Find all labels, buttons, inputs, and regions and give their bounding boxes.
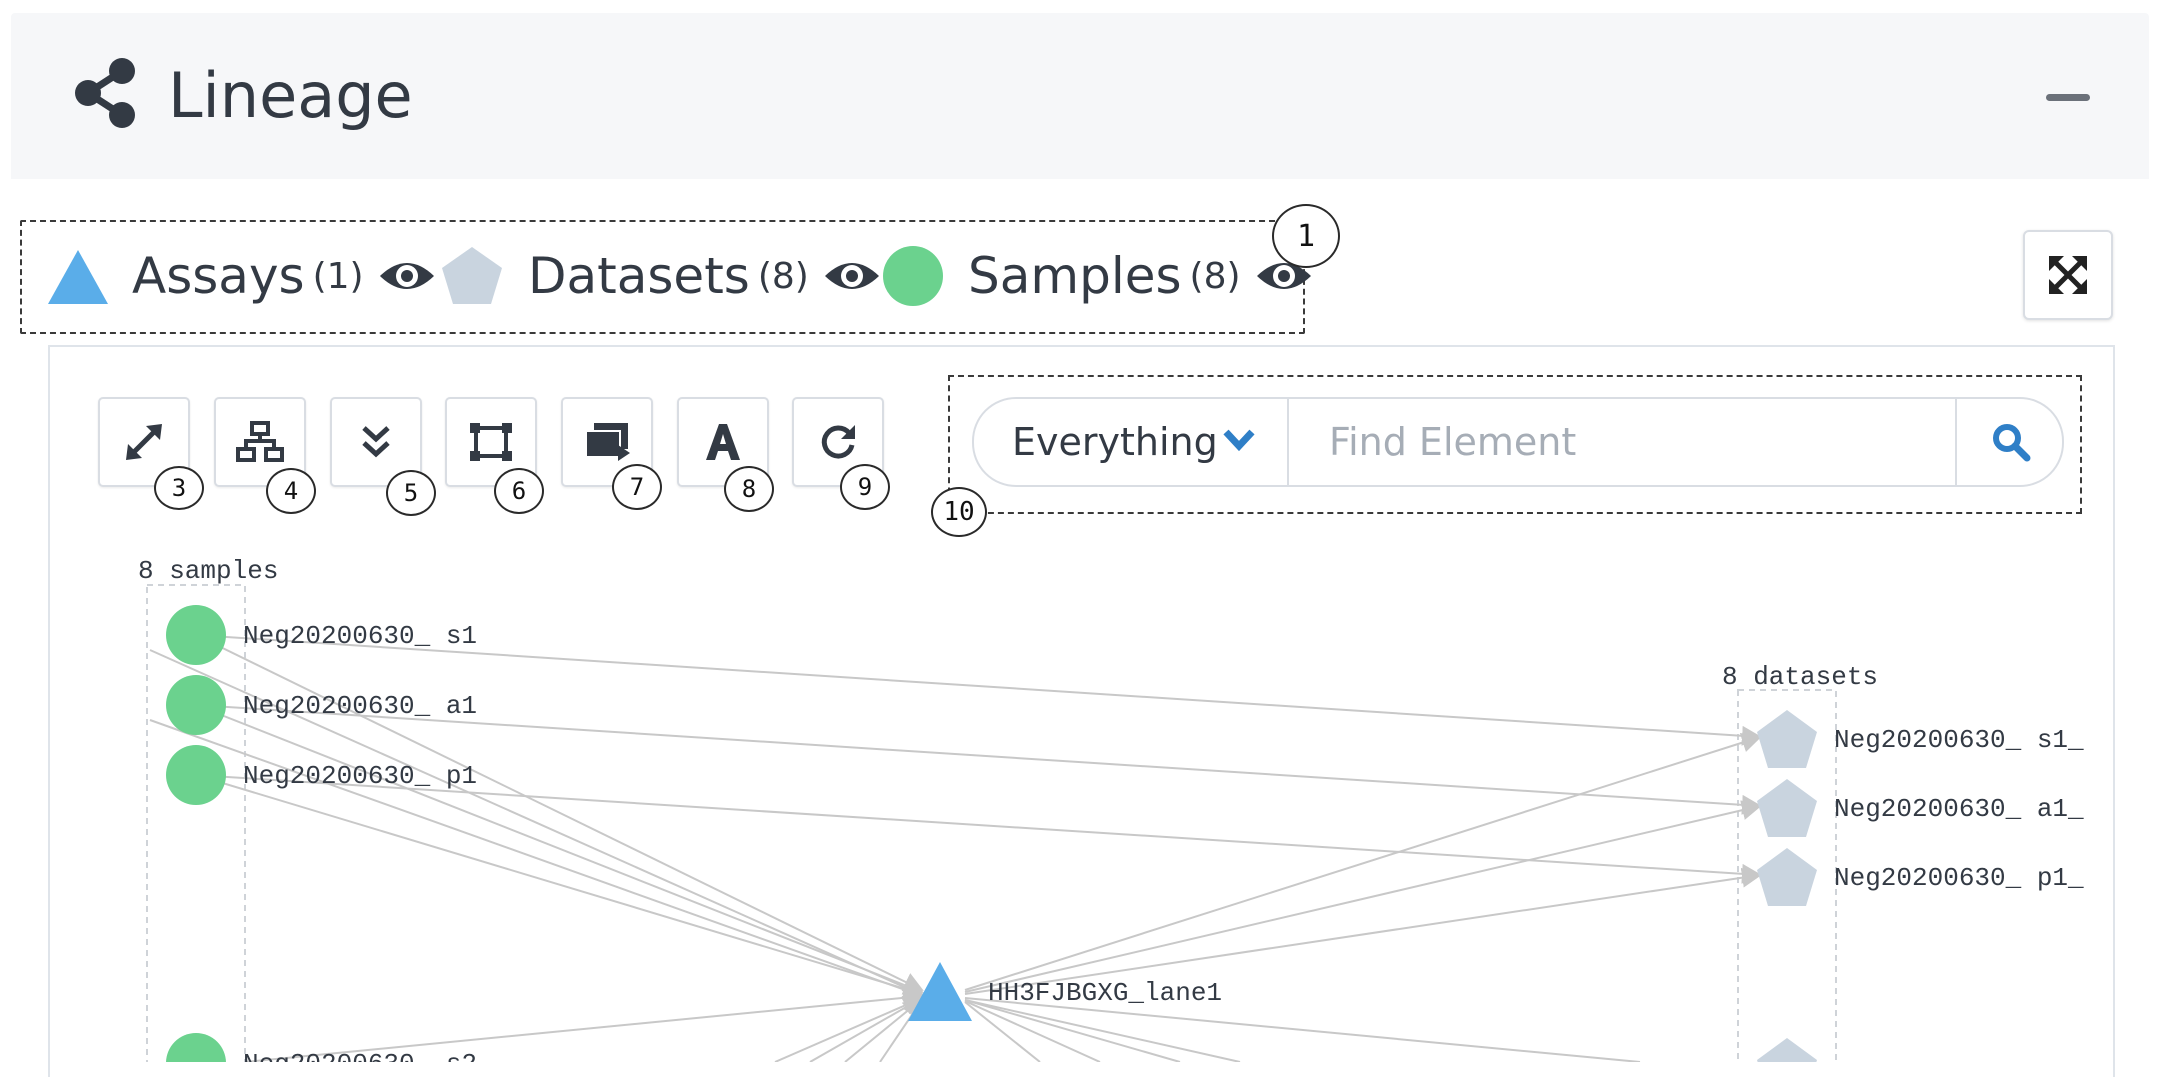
- callout-badge: 5: [386, 470, 436, 516]
- callout-badge: 7: [612, 464, 662, 510]
- double-chevron-down-icon: [362, 426, 390, 458]
- eye-icon[interactable]: [378, 256, 436, 296]
- legend-count: (1): [312, 255, 364, 297]
- callout-badge: 4: [266, 468, 316, 514]
- page-title: Lineage: [168, 59, 413, 132]
- search-icon: [1992, 424, 2030, 462]
- search-scope-select[interactable]: Everything: [974, 399, 1289, 485]
- callout-badge: 9: [840, 464, 890, 510]
- expand-icon: [2049, 256, 2087, 294]
- images-icon: [585, 423, 630, 461]
- callout-badge: 3: [154, 466, 204, 510]
- chevron-down-icon: [1223, 429, 1255, 452]
- callout-badge: 1: [1272, 204, 1340, 268]
- legend-label: Samples: [968, 247, 1182, 305]
- search-bar: Everything: [972, 397, 2064, 487]
- circle-icon: [883, 246, 943, 306]
- expand-arrows-icon: [126, 424, 162, 460]
- hierarchy-icon: [236, 421, 284, 462]
- font-icon: [706, 424, 740, 460]
- callout-badge: 6: [494, 468, 544, 514]
- triangle-icon: [48, 250, 108, 304]
- legend-label: Datasets: [528, 247, 750, 305]
- sample-node[interactable]: [166, 605, 226, 665]
- legend-count: (8): [1189, 255, 1241, 297]
- collapse-button[interactable]: [2046, 94, 2090, 101]
- legend-label: Assays: [132, 247, 305, 305]
- search-input[interactable]: [1291, 399, 1953, 485]
- callout-badge: 8: [724, 466, 774, 512]
- eye-icon[interactable]: [823, 256, 881, 296]
- sample-node[interactable]: [166, 675, 226, 735]
- search-scope-value: Everything: [1012, 420, 1218, 464]
- pentagon-icon: [442, 247, 502, 304]
- callout-badge: 10: [931, 487, 987, 537]
- legend-item-samples[interactable]: Samples (8): [882, 236, 1313, 316]
- fullscreen-button[interactable]: [2023, 230, 2113, 320]
- search-button[interactable]: [1955, 399, 2062, 485]
- redo-icon: [821, 425, 855, 459]
- legend-count: (8): [757, 255, 809, 297]
- sample-node[interactable]: [166, 745, 226, 805]
- legend-item-assays[interactable]: Assays (1): [46, 236, 436, 316]
- share-icon: [75, 58, 135, 128]
- frame-icon: [470, 423, 512, 461]
- legend-item-datasets[interactable]: Datasets (8): [440, 236, 881, 316]
